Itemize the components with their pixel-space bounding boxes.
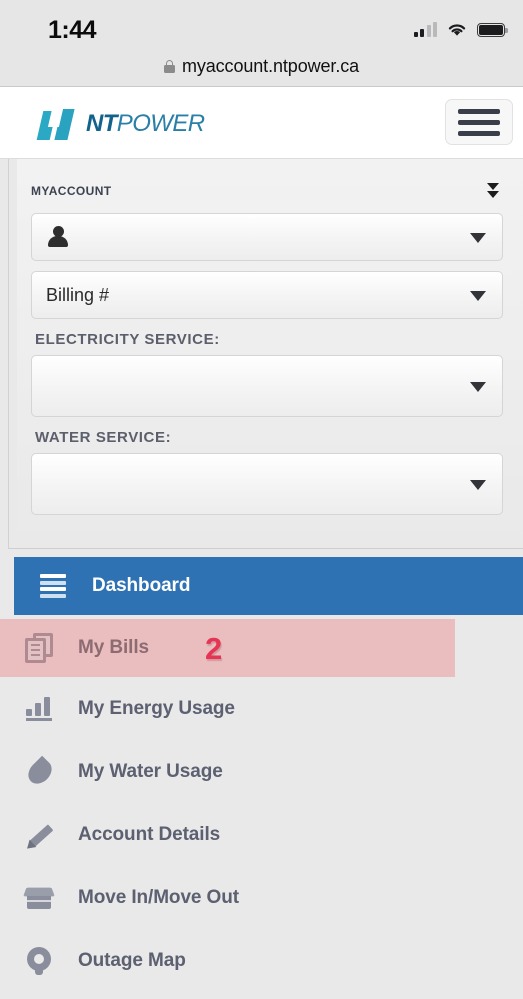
- nav-item-my-bills[interactable]: My Bills 2: [0, 619, 455, 677]
- account-select[interactable]: [31, 213, 503, 261]
- caret-down-icon: [470, 480, 486, 490]
- electricity-service-select[interactable]: [31, 355, 503, 417]
- water-drop-icon: [22, 755, 57, 788]
- nav-label-account-details: Account Details: [78, 823, 221, 845]
- box-icon: [22, 886, 56, 910]
- nt-power-logo-mark: [36, 108, 82, 140]
- nav-label-dashboard: Dashboard: [92, 575, 191, 596]
- mobile-browser-screen: 1:44 myaccount.ntpower.ca NTPOWER myacco…: [0, 0, 523, 999]
- caret-down-icon: [470, 291, 486, 301]
- water-service-label: WATER SERVICE:: [35, 429, 172, 446]
- map-pin-icon: [22, 946, 56, 975]
- step-marker-2: 2: [205, 630, 223, 666]
- dashboard-list-icon: [36, 574, 70, 598]
- url-text: myaccount.ntpower.ca: [181, 55, 360, 76]
- nav-label-my-bills: My Bills: [78, 637, 149, 658]
- caret-down-icon: [470, 233, 486, 243]
- nav-item-my-water-usage[interactable]: My Water Usage: [0, 740, 523, 803]
- lock-icon: [163, 59, 175, 73]
- browser-url-bar[interactable]: myaccount.ntpower.ca: [0, 46, 523, 87]
- status-bar-indicators: [413, 17, 508, 37]
- my-account-header: MyAccount: [31, 175, 503, 205]
- nav-label-outage-map: Outage Map: [78, 949, 186, 971]
- hamburger-menu-icon[interactable]: [445, 99, 513, 145]
- documents-icon: [22, 633, 56, 663]
- page-title: MyAccount: [31, 180, 112, 199]
- main-navigation: Dashboard My Bills 2 My Energy Usage My …: [0, 549, 523, 992]
- caret-down-icon: [470, 382, 486, 392]
- nav-item-outage-map[interactable]: Outage Map: [0, 929, 523, 992]
- nav-label-my-energy-usage: My Energy Usage: [78, 697, 235, 719]
- nav-label-move-in-move-out: Move In/Move Out: [78, 886, 239, 908]
- battery-full-icon: [477, 23, 508, 37]
- nav-item-account-details[interactable]: Account Details: [0, 803, 523, 866]
- double-chevron-down-icon[interactable]: [487, 182, 503, 198]
- logo-nt-text: NT: [86, 110, 117, 137]
- ios-status-bar: 1:44: [0, 0, 523, 46]
- electricity-service-label: ELECTRICITY SERVICE:: [35, 331, 220, 348]
- pencil-icon: [22, 821, 56, 852]
- wifi-icon: [446, 21, 468, 37]
- logo-wordmark: NTPOWER: [86, 110, 205, 137]
- bar-chart-icon: [22, 696, 56, 721]
- panel-left-gutter: [9, 159, 17, 548]
- cellular-signal-icon: [413, 22, 437, 37]
- nt-power-logo[interactable]: NTPOWER: [36, 107, 205, 141]
- billing-number-select[interactable]: Billing #: [31, 271, 503, 319]
- nav-item-my-energy-usage[interactable]: My Energy Usage: [0, 677, 523, 740]
- nav-item-dashboard[interactable]: Dashboard: [14, 557, 523, 615]
- logo-power-text: POWER: [116, 110, 205, 137]
- site-header: NTPOWER: [0, 87, 523, 159]
- billing-number-value: Billing #: [46, 284, 110, 305]
- nav-item-move-in-move-out[interactable]: Move In/Move Out: [0, 866, 523, 929]
- user-icon: [46, 225, 70, 249]
- status-bar-time: 1:44: [48, 16, 97, 44]
- nav-label-my-water-usage: My Water Usage: [78, 760, 223, 782]
- my-account-panel: MyAccount Billing # ELECTRICITY SERVICE:…: [8, 159, 523, 549]
- water-service-select[interactable]: [31, 453, 503, 515]
